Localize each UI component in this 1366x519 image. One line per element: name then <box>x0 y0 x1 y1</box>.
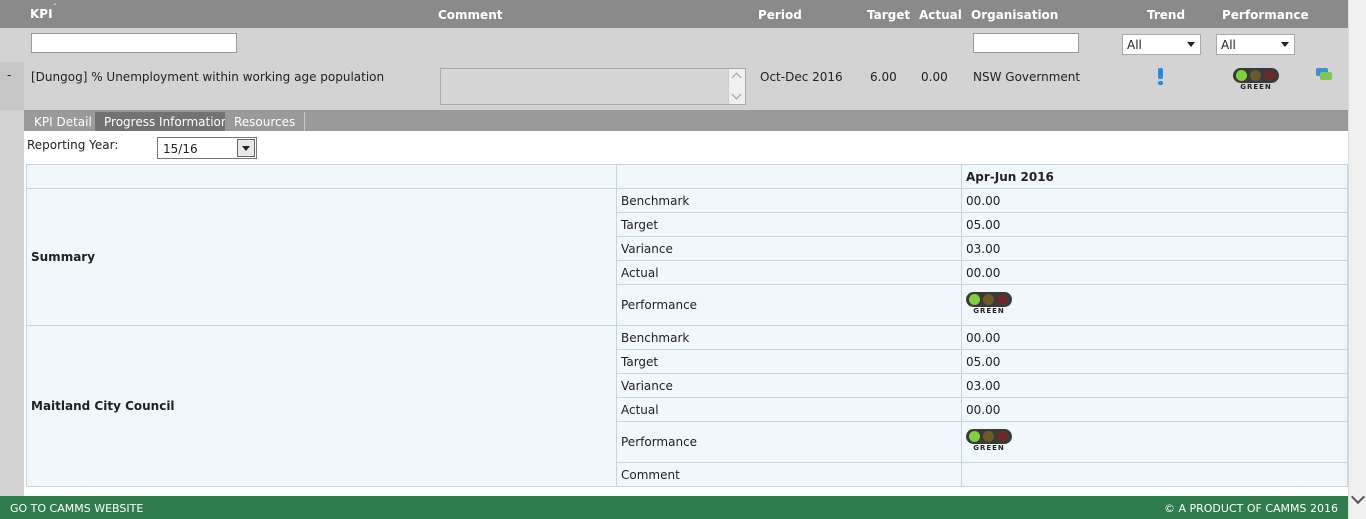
copyright-text: © A PRODUCT OF CAMMS 2016 <box>1163 502 1338 515</box>
performance-label: GREEN <box>973 443 1005 452</box>
kpi-filter-input[interactable] <box>31 33 237 53</box>
table-cell <box>26 164 617 189</box>
chevron-down-icon <box>1187 42 1195 47</box>
header-organisation[interactable]: Organisation <box>971 8 1058 22</box>
comment-textarea[interactable] <box>440 68 746 105</box>
group-name-summary: Summary <box>26 188 617 326</box>
tab-kpi-detail[interactable]: KPI Detail <box>25 112 102 131</box>
row-label: Target <box>616 349 962 374</box>
progress-information-panel: Reporting Year: 15/16 Apr-Jun 2016 Summa… <box>24 131 1348 496</box>
row-label: Performance <box>616 284 962 326</box>
row-value: 03.00 <box>961 236 1348 261</box>
filter-row: All All <box>0 28 1348 62</box>
reporting-year-value: 15/16 <box>163 142 198 156</box>
kpi-name: [Dungog] % Unemployment within working a… <box>31 70 385 84</box>
row-label: Actual <box>616 397 962 422</box>
performance-label: GREEN <box>973 306 1005 315</box>
dropdown-button[interactable] <box>237 139 255 157</box>
header-actual[interactable]: Actual <box>919 8 962 22</box>
row-label: Variance <box>616 373 962 398</box>
detail-indent-bar <box>0 110 24 496</box>
row-value <box>961 462 1348 487</box>
tab-resources[interactable]: Resources <box>225 112 306 131</box>
row-label: Target <box>616 212 962 237</box>
row-value: 05.00 <box>961 349 1348 374</box>
camms-website-link[interactable]: GO TO CAMMS WEBSITE <box>10 502 143 515</box>
grid-header: KPI ˆ Comment Period Target Actual Organ… <box>0 0 1348 28</box>
header-target[interactable]: Target <box>867 8 910 22</box>
reporting-year-select[interactable]: 15/16 <box>157 137 257 159</box>
row-value: 00.00 <box>961 397 1348 422</box>
comments-icon[interactable] <box>1316 68 1333 82</box>
trend-filter-value: All <box>1127 38 1142 52</box>
sort-icon[interactable]: ˆ <box>53 3 57 12</box>
performance-cell: GREEN <box>961 421 1348 463</box>
kpi-row: - [Dungog] % Unemployment within working… <box>0 62 1348 110</box>
tab-progress-information[interactable]: Progress Information <box>95 112 239 131</box>
table-row: Summary Benchmark 00.00 <box>26 188 1348 326</box>
trend-filter-select[interactable]: All <box>1122 34 1201 55</box>
row-value: 05.00 <box>961 212 1348 237</box>
reporting-year-label: Reporting Year: <box>27 138 119 152</box>
exclamation-icon <box>1157 68 1164 86</box>
collapse-icon: - <box>7 68 12 82</box>
header-performance[interactable]: Performance <box>1222 8 1309 22</box>
row-value: 00.00 <box>961 260 1348 285</box>
header-kpi[interactable]: KPI <box>30 7 53 21</box>
comment-scrollbar[interactable] <box>728 69 745 104</box>
kpi-target: 6.00 <box>870 70 897 84</box>
chevron-down-icon <box>1281 42 1289 47</box>
performance-label: GREEN <box>1240 83 1272 91</box>
chevron-down-icon <box>242 146 250 151</box>
row-value: 00.00 <box>961 188 1348 213</box>
scroll-down-icon[interactable] <box>731 89 742 100</box>
row-label: Comment <box>616 462 962 487</box>
row-label: Variance <box>616 236 962 261</box>
detail-tab-bar: KPI Detail Progress Information Resource… <box>24 110 1348 131</box>
footer: GO TO CAMMS WEBSITE © A PRODUCT OF CAMMS… <box>0 496 1348 519</box>
collapse-toggle[interactable]: - <box>0 62 24 110</box>
period-header: Apr-Jun 2016 <box>961 164 1348 189</box>
page-scrollbar[interactable] <box>1348 0 1366 519</box>
traffic-light-green-icon: GREEN <box>966 291 1012 316</box>
organisation-filter-input[interactable] <box>973 33 1079 53</box>
performance-filter-value: All <box>1221 38 1236 52</box>
traffic-light-green-icon: GREEN <box>966 428 1012 453</box>
scroll-up-icon[interactable] <box>731 72 742 83</box>
kpi-period: Oct-Dec 2016 <box>760 70 843 84</box>
header-period[interactable]: Period <box>758 8 802 22</box>
row-label: Actual <box>616 260 962 285</box>
header-comment[interactable]: Comment <box>438 8 502 22</box>
table-row: Maitland City Council Benchmark 00.00 <box>26 325 1348 487</box>
row-value: 03.00 <box>961 373 1348 398</box>
progress-table: Apr-Jun 2016 Summary Benchmark 00.00 Tar… <box>26 164 1348 487</box>
kpi-organisation: NSW Government <box>973 70 1081 84</box>
table-row: Apr-Jun 2016 <box>26 164 1348 189</box>
table-cell <box>616 164 962 189</box>
row-value: 00.00 <box>961 325 1348 350</box>
row-label: Benchmark <box>616 325 962 350</box>
header-trend[interactable]: Trend <box>1147 8 1185 22</box>
kpi-actual: 0.00 <box>921 70 948 84</box>
performance-filter-select[interactable]: All <box>1216 34 1295 55</box>
group-name-maitland: Maitland City Council <box>26 325 617 487</box>
traffic-light-green-icon: GREEN <box>1233 68 1279 95</box>
row-label: Benchmark <box>616 188 962 213</box>
performance-cell: GREEN <box>961 284 1348 326</box>
scroll-down-icon[interactable] <box>1350 489 1366 505</box>
row-label: Performance <box>616 421 962 463</box>
